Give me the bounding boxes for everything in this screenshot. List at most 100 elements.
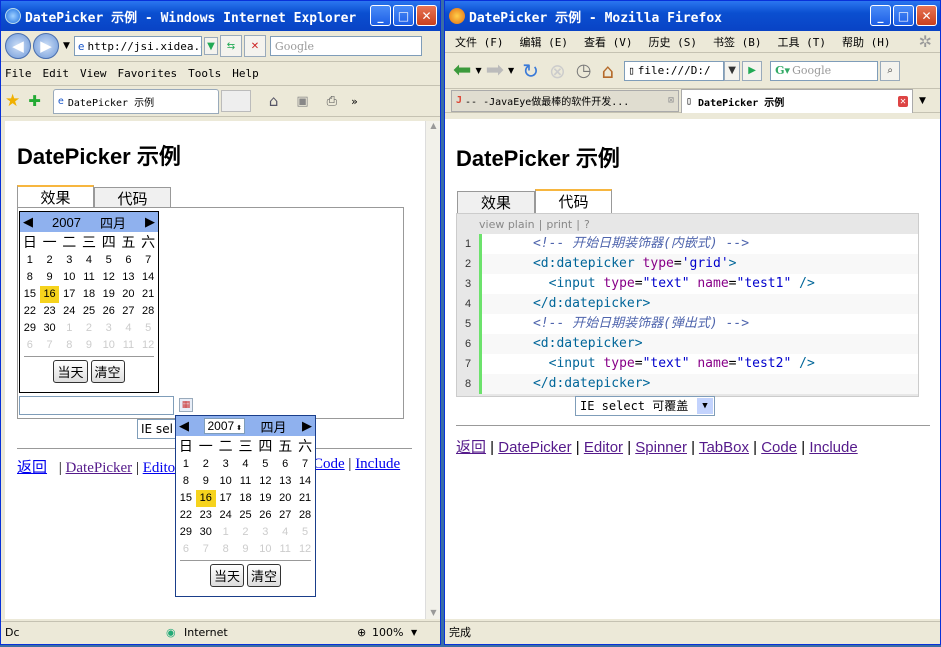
ff-link-include[interactable]: Include [809,439,857,456]
calendar-day[interactable]: 4 [79,252,99,269]
popup-year-spinner[interactable]: 2007 ⬍ [204,418,246,434]
select-dropdown-icon[interactable]: ▼ [697,398,713,414]
calendar-day[interactable]: 21 [138,286,158,303]
ff-menu-tools[interactable]: 工具 (T) [778,34,827,50]
help-link[interactable]: ? [584,218,590,231]
calendar-day[interactable]: 12 [255,473,275,490]
calendar-day[interactable]: 19 [99,286,119,303]
scroll-up-icon[interactable]: ▲ [426,121,440,130]
ff-link-back[interactable]: 返回 [456,439,486,456]
print-icon[interactable]: ⎙ [327,94,337,109]
calendar-day[interactable]: 9 [196,473,216,490]
address-bar[interactable]: e http://jsi.xidea.o [73,36,202,56]
calendar-month[interactable]: 四月 [100,213,126,232]
calendar-day[interactable]: 12 [138,337,158,354]
home-icon[interactable]: ⌂ [269,92,279,110]
calendar-day[interactable]: 4 [275,524,295,541]
today-button[interactable]: 当天 [53,360,88,383]
forward-button[interactable]: ▶ [33,33,59,59]
ff-stop-icon[interactable]: ⊗ [549,59,566,83]
ff-title-bar[interactable]: DatePicker 示例 - Mozilla Firefox _ □ ✕ [445,1,940,31]
add-favorite-icon[interactable]: ✚ [28,92,41,110]
search-input[interactable]: Google [269,36,422,56]
calendar-day[interactable]: 7 [40,337,60,354]
ff-link-editor[interactable]: Editor [584,439,623,456]
ff-menu-edit[interactable]: 编辑 (E) [520,34,569,50]
calendar-day[interactable]: 3 [255,524,275,541]
calendar-day[interactable]: 5 [295,524,315,541]
active-tab-close-icon[interactable]: ✕ [897,95,908,107]
ff-tab-effect[interactable]: 效果 [457,191,535,213]
calendar-day[interactable]: 3 [99,320,119,337]
calendar-day[interactable]: 10 [59,269,79,286]
close-button[interactable]: ✕ [416,5,437,26]
ff-tab-code[interactable]: 代码 [535,189,612,213]
calendar-day[interactable]: 14 [138,269,158,286]
calendar-day[interactable]: 15 [20,286,40,303]
scroll-down-icon[interactable]: ▼ [426,608,440,617]
maximize-button[interactable]: □ [393,5,414,26]
calendar-day[interactable]: 23 [196,507,216,524]
link-back[interactable]: 返回 [17,460,47,476]
popup-month[interactable]: 四月 [261,417,287,436]
calendar-day[interactable]: 2 [236,524,256,541]
calendar-day[interactable]: 10 [99,337,119,354]
calendar-day[interactable]: 6 [20,337,40,354]
history-dropdown-icon[interactable]: ▼ [63,41,70,51]
calendar-day[interactable]: 12 [295,541,315,558]
calendar-day[interactable]: 9 [79,337,99,354]
calendar-day[interactable]: 26 [99,303,119,320]
ff-link-code[interactable]: Code [761,439,797,456]
calendar-day[interactable]: 10 [255,541,275,558]
calendar-day[interactable]: 1 [216,524,236,541]
ff-link-spinner[interactable]: Spinner [635,439,687,456]
print-link[interactable]: print [546,218,572,231]
calendar-day[interactable]: 10 [216,473,236,490]
ff-address-bar[interactable]: ▯ file:///D:/ [624,60,725,81]
calendar-day[interactable]: 2 [79,320,99,337]
spinner-arrows-icon[interactable]: ⬍ [236,425,242,432]
calendar-day[interactable]: 25 [236,507,256,524]
calendar-day[interactable]: 20 [275,490,295,507]
calendar-day[interactable]: 3 [216,456,236,473]
calendar-day[interactable]: 13 [275,473,295,490]
link-include[interactable]: Include [355,456,400,472]
popup-today-button[interactable]: 当天 [209,564,244,587]
calendar-day[interactable]: 17 [59,286,79,303]
calendar-day[interactable]: 24 [59,303,79,320]
ff-back-dropdown-icon[interactable]: ▼ [475,66,481,75]
ff-tab-datepicker[interactable]: ▯ DatePicker 示例 ✕ [681,88,913,113]
calendar-day[interactable]: 2 [196,456,216,473]
ff-minimize-button[interactable]: _ [870,5,891,26]
calendar-day[interactable]: 11 [119,337,139,354]
calendar-day[interactable]: 20 [119,286,139,303]
calendar-day[interactable]: 19 [255,490,275,507]
calendar-day[interactable]: 13 [119,269,139,286]
calendar-day[interactable]: 28 [138,303,158,320]
ff-menu-help[interactable]: 帮助 (H) [842,34,891,50]
clear-button[interactable]: 清空 [90,360,125,383]
menu-file[interactable]: File [5,67,32,80]
calendar-day[interactable]: 3 [59,252,79,269]
ff-search-icon[interactable]: ⌕ [880,60,901,81]
calendar-day[interactable]: 30 [196,524,216,541]
minimize-button[interactable]: _ [370,5,391,26]
calendar-day[interactable]: 16 [39,286,60,303]
calendar-day[interactable]: 16 [195,490,216,507]
calendar-day[interactable]: 25 [79,303,99,320]
calendar-day[interactable]: 7 [196,541,216,558]
calendar-day[interactable]: 26 [255,507,275,524]
ie-select[interactable]: IE sel [137,419,177,439]
calendar-icon[interactable]: ▦ [179,398,193,412]
popup-next-month-icon[interactable]: ▶ [302,418,312,434]
calendar-day[interactable]: 30 [40,320,60,337]
calendar-day[interactable]: 5 [255,456,275,473]
menu-tools[interactable]: Tools [188,67,221,80]
link-datepicker[interactable]: DatePicker [66,460,133,476]
view-plain-link[interactable]: view plain [479,218,535,231]
calendar-day[interactable]: 11 [79,269,99,286]
calendar-day[interactable]: 22 [176,507,196,524]
calendar-day[interactable]: 29 [176,524,196,541]
calendar-day[interactable]: 27 [275,507,295,524]
calendar-day[interactable]: 1 [59,320,79,337]
